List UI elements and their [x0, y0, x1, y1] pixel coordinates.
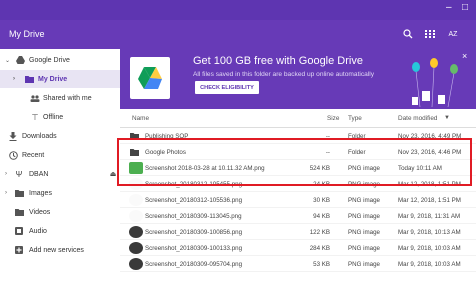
image-thumbnail: [129, 194, 143, 206]
folder-drive-icon: [24, 74, 34, 84]
table-header: Name Size Type Date modified ▼: [120, 109, 476, 128]
check-eligibility-button[interactable]: CHECK ELIGIBILITY: [195, 81, 259, 94]
file-size: 284 KB: [309, 245, 330, 252]
sidebar-item-label: DBAN: [29, 170, 49, 178]
sidebar-item-recent[interactable]: Recent: [0, 146, 120, 164]
file-type: PNG image: [348, 261, 380, 268]
sort-arrow-icon[interactable]: ▼: [444, 115, 450, 121]
banner-title: Get 100 GB free with Google Drive: [193, 55, 363, 67]
table-row[interactable]: Screenshot_20180309-100133.png 284 KB PNG …: [120, 240, 476, 256]
people-icon: [30, 93, 40, 103]
add-box-icon: [14, 245, 24, 255]
image-thumbnail: [129, 210, 143, 222]
sidebar-item-my-drive[interactable]: › My Drive: [0, 70, 120, 88]
balloons-illustration: [412, 58, 458, 108]
file-name: Screenshot_20180309-113045.png: [145, 213, 242, 220]
file-size: 122 KB: [309, 229, 330, 236]
minimize-icon[interactable]: –: [446, 2, 452, 14]
file-size: 30 KB: [313, 197, 330, 204]
chevron-right-icon[interactable]: ›: [5, 190, 7, 196]
sidebar-item-label: Shared with me: [43, 94, 92, 102]
sidebar-item-label: Add new services: [29, 246, 84, 254]
window-titlebar: – □: [0, 0, 476, 20]
app-toolbar: My Drive AZ: [0, 20, 476, 49]
sidebar-item-dban[interactable]: › Ψ DBAN ⏏: [0, 165, 120, 183]
banner-subtitle: All files saved in this folder are backe…: [193, 71, 375, 78]
file-name: Screenshot_20180309-095704.png: [145, 261, 243, 268]
sidebar-item-downloads[interactable]: Downloads: [0, 127, 120, 145]
file-name: Screenshot_20180309-100133.png: [145, 245, 243, 252]
sidebar: ⌄ Google Drive › My Drive Shared with me…: [0, 49, 120, 296]
col-name-header[interactable]: Name: [132, 115, 149, 122]
sidebar-item-label: Recent: [22, 151, 45, 159]
drive-icon: [15, 55, 25, 65]
sidebar-item-images[interactable]: › Images: [0, 184, 120, 202]
sidebar-item-videos[interactable]: Videos: [0, 203, 120, 221]
file-name: Screenshot_20180312-105536.png: [145, 197, 243, 204]
sidebar-item-label: Videos: [29, 208, 51, 216]
sort-az-icon[interactable]: AZ: [447, 28, 459, 40]
search-icon[interactable]: [402, 28, 414, 40]
file-date: Mar 9, 2018, 10:03 AM: [398, 245, 461, 252]
sidebar-item-add-services[interactable]: Add new services: [0, 241, 120, 259]
sidebar-item-label: My Drive: [38, 75, 68, 83]
highlight-box: [117, 138, 472, 186]
file-type: PNG image: [348, 229, 380, 236]
col-size-header[interactable]: Size: [327, 115, 339, 122]
col-type-header[interactable]: Type: [348, 115, 362, 122]
table-row[interactable]: Screenshot_20180309-100856.png 122 KB PNG …: [120, 224, 476, 240]
file-type: PNG image: [348, 245, 380, 252]
table-row[interactable]: Screenshot_20180309-095704.png 53 KB PNG i…: [120, 256, 476, 272]
chevron-right-icon[interactable]: ›: [5, 171, 7, 177]
sidebar-item-offline[interactable]: ⊤ Offline: [0, 108, 120, 126]
image-thumbnail: [129, 242, 143, 254]
download-icon: [8, 131, 18, 141]
grid-view-icon[interactable]: [424, 28, 436, 40]
sidebar-item-label: Downloads: [22, 132, 57, 140]
sidebar-item-label: Offline: [43, 113, 64, 121]
file-date: Mar 9, 2018, 11:31 AM: [398, 213, 461, 220]
file-type: PNG image: [348, 197, 380, 204]
maximize-icon[interactable]: □: [462, 2, 468, 14]
promo-banner: Get 100 GB free with Google Drive All fi…: [120, 49, 476, 109]
usb-icon: Ψ: [15, 169, 23, 179]
file-date: Mar 9, 2018, 10:13 AM: [398, 229, 461, 236]
file-size: 53 KB: [313, 261, 330, 268]
sidebar-item-audio[interactable]: Audio: [0, 222, 120, 240]
pin-icon: ⊤: [31, 112, 39, 122]
sidebar-item-label: Images: [29, 189, 52, 197]
file-date: Mar 9, 2018, 10:03 AM: [398, 261, 461, 268]
table-row[interactable]: Screenshot_20180312-105536.png 30 KB PNG i…: [120, 192, 476, 208]
file-date: Mar 12, 2018, 1:51 PM: [398, 197, 461, 204]
sidebar-item-shared[interactable]: Shared with me: [0, 89, 120, 107]
sidebar-item-label: Audio: [29, 227, 47, 235]
file-type: PNG image: [348, 213, 380, 220]
drive-logo: [130, 57, 170, 99]
clock-icon: [8, 150, 18, 160]
image-thumbnail: [129, 258, 143, 270]
video-folder-icon: [14, 207, 24, 217]
audio-icon: [14, 226, 24, 236]
sidebar-item-label: Google Drive: [29, 56, 70, 64]
chevron-right-icon[interactable]: ›: [13, 76, 15, 82]
table-row[interactable]: Screenshot_20180309-113045.png 94 KB PNG i…: [120, 208, 476, 224]
file-name: Screenshot_20180309-100856.png: [145, 229, 243, 236]
sidebar-item-google-drive[interactable]: ⌄ Google Drive: [0, 51, 120, 69]
page-title: My Drive: [9, 29, 45, 39]
chevron-down-icon[interactable]: ⌄: [5, 57, 10, 64]
file-size: 94 KB: [313, 213, 330, 220]
col-date-header[interactable]: Date modified: [398, 115, 437, 122]
image-thumbnail: [129, 226, 143, 238]
folder-icon: [14, 188, 24, 198]
